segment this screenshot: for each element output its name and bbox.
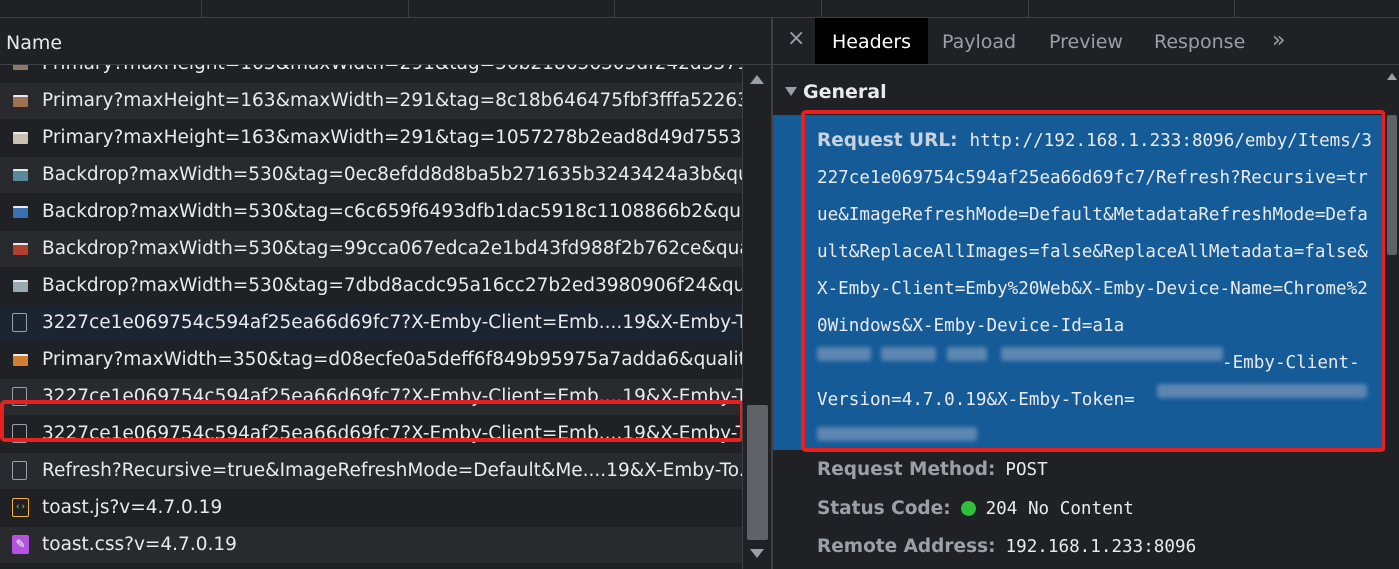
ruler-tick [408, 0, 409, 17]
status-code-row: Status Code: 204 No Content [817, 498, 1134, 519]
request-rows: Primary?maxHeight=163&maxWidth=291&tag=5… [0, 65, 742, 569]
ruler-tick [1028, 0, 1029, 17]
name-column-header[interactable]: Name [0, 18, 771, 65]
js-file-icon: ‹› [12, 498, 29, 517]
close-icon[interactable]: × [787, 26, 805, 51]
request-name: Refresh?Recursive=true&ImageRefreshMode=… [42, 460, 742, 481]
request-method-value: POST [1005, 460, 1048, 480]
request-name: Primary?maxHeight=163&maxWidth=291&tag=1… [42, 127, 742, 148]
image-icon [13, 169, 28, 181]
request-row[interactable]: ‹› toast.js?v=4.7.0.19 [0, 490, 742, 526]
ruler-tick [201, 0, 202, 17]
request-name: Backdrop?maxWidth=530&tag=0ec8efdd8d8ba5… [42, 164, 742, 185]
ruler-tick [1234, 0, 1235, 17]
scroll-up-arrow-icon[interactable] [1387, 73, 1397, 80]
image-icon [13, 95, 28, 107]
request-method-label: Request Method: [817, 459, 996, 480]
status-ok-icon [960, 501, 976, 516]
request-name: Primary?maxHeight=163&maxWidth=291&tag=5… [42, 65, 742, 74]
image-icon [13, 65, 28, 70]
request-url-highlight-outline [801, 110, 1386, 452]
more-tabs-icon[interactable]: » [1272, 28, 1285, 53]
general-section-title: General [803, 81, 887, 103]
request-row[interactable]: 3227ce1e069754c594af25ea66d69fc7?X-Emby-… [0, 305, 742, 341]
status-code-label: Status Code: [817, 498, 951, 519]
remote-address-label: Remote Address: [817, 536, 996, 557]
tab-response[interactable]: Response [1137, 18, 1262, 64]
document-icon [12, 313, 27, 332]
details-tabbar: × Headers Payload Preview Response » [773, 18, 1399, 65]
request-name: Backdrop?maxWidth=530&tag=c6c659f6493dfb… [42, 201, 742, 222]
highlighted-request-outline [0, 400, 744, 442]
network-request-list: Name Primary?maxHeight=163&maxWidth=291&… [0, 18, 772, 569]
request-name: toast.css?v=4.7.0.19 [42, 534, 237, 555]
request-name: toast.js?v=4.7.0.19 [42, 497, 223, 518]
request-method-row: Request Method: POST [817, 459, 1048, 480]
tab-headers[interactable]: Headers [815, 18, 929, 64]
image-icon [13, 206, 28, 218]
timeline-ruler [0, 0, 1399, 18]
status-code-value: 204 No Content [985, 499, 1134, 519]
tab-preview[interactable]: Preview [1032, 18, 1140, 64]
collapse-triangle-icon [785, 87, 797, 96]
ruler-tick [821, 0, 822, 17]
ruler-tick [614, 0, 615, 17]
remote-address-row: Remote Address: 192.168.1.233:8096 [817, 536, 1196, 557]
request-name: Backdrop?maxWidth=530&tag=7dbd8acdc95a16… [42, 275, 742, 296]
request-list-scrollbar[interactable] [742, 65, 772, 569]
request-row[interactable]: Primary?maxHeight=163&maxWidth=291&tag=8… [0, 83, 742, 119]
request-name: Backdrop?maxWidth=530&tag=99cca067edca2e… [42, 238, 742, 259]
name-column-label: Name [6, 32, 63, 54]
scrollbar-thumb[interactable] [1387, 115, 1397, 255]
request-row[interactable]: Backdrop?maxWidth=530&tag=99cca067edca2e… [0, 231, 742, 267]
request-name: 3227ce1e069754c594af25ea66d69fc7?X-Emby-… [42, 312, 742, 333]
scrollbar-thumb[interactable] [747, 405, 768, 540]
scroll-down-arrow-icon[interactable] [750, 549, 764, 558]
request-row[interactable]: Backdrop?maxWidth=530&tag=7dbd8acdc95a16… [0, 268, 742, 304]
request-name: Primary?maxWidth=350&tag=d08ecfe0a5deff6… [42, 349, 742, 370]
request-row[interactable]: Primary?maxHeight=163&maxWidth=291&tag=1… [0, 120, 742, 156]
document-icon [12, 461, 27, 480]
remote-address-value: 192.168.1.233:8096 [1005, 537, 1197, 557]
request-row[interactable]: Refresh?Recursive=true&ImageRefreshMode=… [0, 453, 742, 489]
request-row[interactable]: Backdrop?maxWidth=530&tag=0ec8efdd8d8ba5… [0, 157, 742, 193]
request-row[interactable]: Primary?maxWidth=350&tag=d08ecfe0a5deff6… [0, 342, 742, 378]
image-icon [13, 280, 28, 292]
request-row[interactable]: Primary?maxHeight=163&maxWidth=291&tag=5… [0, 65, 742, 82]
details-scrollbar[interactable] [1385, 65, 1399, 569]
tab-payload[interactable]: Payload [925, 18, 1033, 64]
request-row[interactable]: ✎ toast.css?v=4.7.0.19 [0, 527, 742, 563]
general-section-header[interactable]: General [785, 81, 887, 103]
request-name: Primary?maxHeight=163&maxWidth=291&tag=8… [42, 90, 742, 111]
image-icon [13, 132, 28, 144]
request-details-panel: × Headers Payload Preview Response » Gen… [773, 18, 1399, 569]
scroll-up-arrow-icon[interactable] [750, 75, 764, 84]
image-icon [13, 354, 28, 366]
css-file-icon: ✎ [12, 535, 29, 554]
request-row[interactable]: Backdrop?maxWidth=530&tag=c6c659f6493dfb… [0, 194, 742, 230]
image-icon [13, 243, 28, 255]
